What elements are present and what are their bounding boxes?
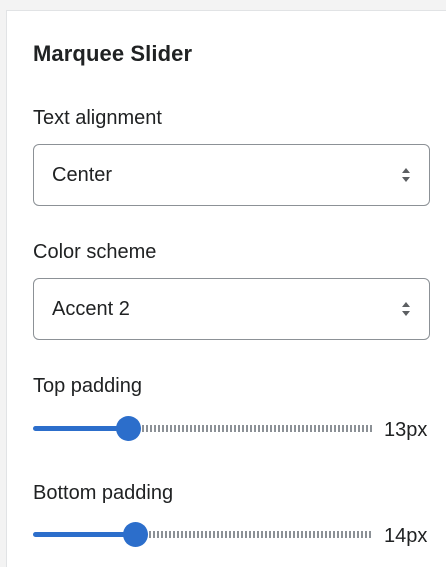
bottom-padding-value: 14px [384,525,428,547]
top-padding-slider[interactable] [33,413,373,443]
color-scheme-value: Accent 2 [52,298,130,320]
bottom-padding-label: Bottom padding [33,482,174,504]
color-scheme-label: Color scheme [33,241,157,263]
slider-track [149,531,373,538]
slider-fill [33,532,135,537]
bottom-padding-slider[interactable] [33,519,373,549]
color-scheme-select[interactable]: Accent 2 [33,278,430,340]
top-padding-value: 13px [384,419,428,441]
select-chevron-icon [402,168,410,182]
select-chevron-icon [402,302,410,316]
settings-panel: Marquee Slider Text alignment Center Col… [6,10,446,567]
slider-thumb[interactable] [123,522,148,547]
slider-fill [33,426,128,431]
text-alignment-select[interactable]: Center [33,144,430,206]
section-title: Marquee Slider [33,41,193,66]
slider-track [142,425,373,432]
top-padding-label: Top padding [33,375,142,397]
text-alignment-label: Text alignment [33,107,162,129]
slider-thumb[interactable] [116,416,141,441]
text-alignment-value: Center [52,164,113,186]
